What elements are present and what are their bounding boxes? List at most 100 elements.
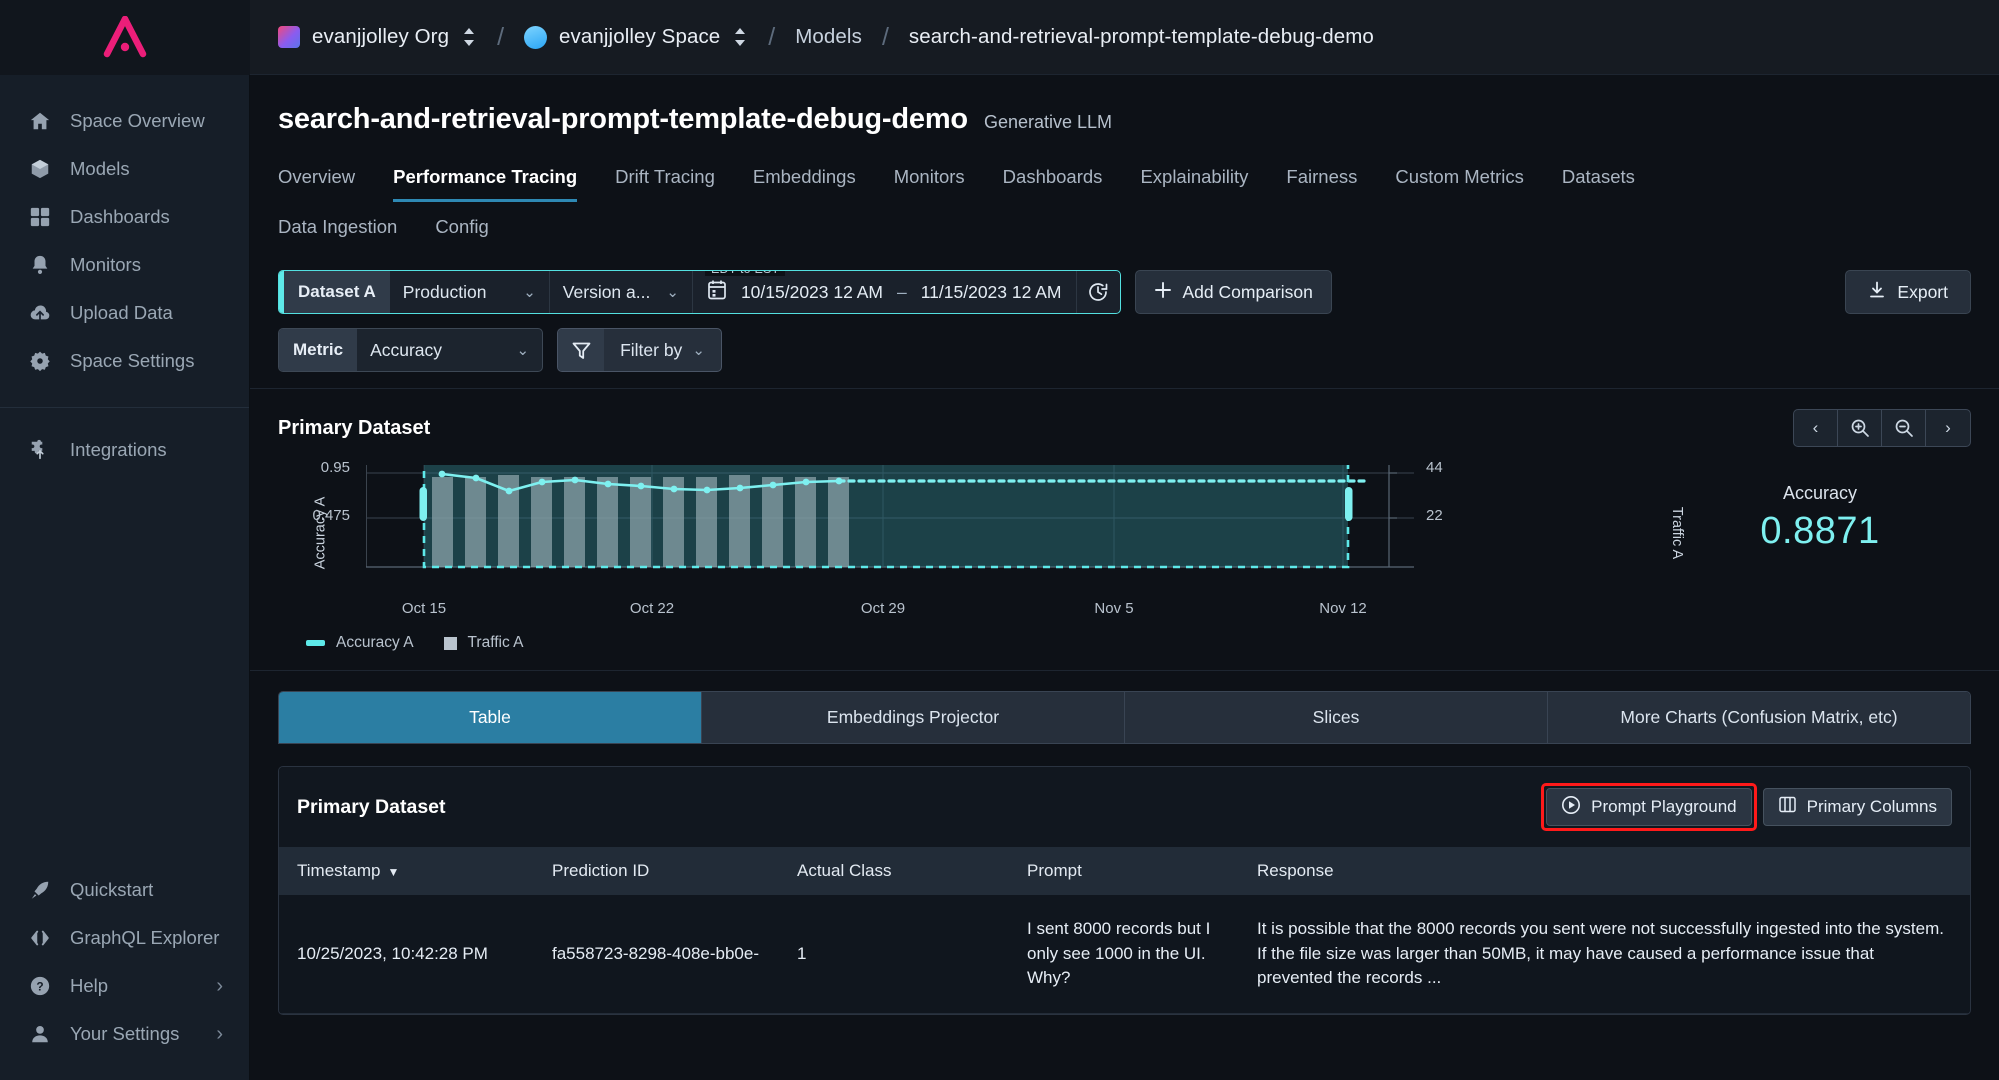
table-head: Timestamp▼ Prediction ID Actual Class Pr… — [279, 847, 1970, 895]
legend-item-accuracy-a[interactable]: Accuracy A — [306, 634, 414, 652]
sidebar-label-space-overview: Space Overview — [70, 110, 205, 132]
environment-select[interactable]: Production ⌄ — [390, 271, 550, 313]
predictions-table: Timestamp▼ Prediction ID Actual Class Pr… — [279, 847, 1970, 1014]
add-comparison-button[interactable]: Add Comparison — [1135, 270, 1332, 314]
tab-custom-metrics[interactable]: Custom Metrics — [1395, 158, 1524, 202]
legend-item-traffic-a[interactable]: Traffic A — [444, 634, 524, 652]
sidebar-item-monitors[interactable]: Monitors — [0, 241, 249, 289]
zoom-out-icon[interactable] — [1882, 410, 1926, 446]
breadcrumb-org[interactable]: evanjjolley Org — [278, 24, 477, 50]
lower-tab-table[interactable]: Table — [279, 692, 702, 743]
column-header-prediction-id[interactable]: Prediction ID — [534, 847, 779, 895]
sidebar-item-space-settings[interactable]: Space Settings — [0, 337, 249, 385]
column-header-response[interactable]: Response — [1239, 847, 1970, 895]
sidebar-item-quickstart[interactable]: Quickstart — [0, 866, 249, 914]
primary-columns-button[interactable]: Primary Columns — [1763, 788, 1952, 826]
plus-icon — [1154, 281, 1172, 304]
tab-drift-tracing[interactable]: Drift Tracing — [615, 158, 715, 202]
chart-y2-axis-label: Traffic A — [1669, 506, 1685, 558]
main-content: search-and-retrieval-prompt-template-deb… — [250, 75, 1999, 1080]
column-header-prompt[interactable]: Prompt — [1009, 847, 1239, 895]
model-tabs-row-2: Data Ingestion Config — [278, 208, 1971, 252]
sidebar-label-models: Models — [70, 158, 130, 180]
sidebar-item-models[interactable]: Models — [0, 145, 249, 193]
tab-config[interactable]: Config — [435, 208, 488, 252]
lower-tab-slices[interactable]: Slices — [1125, 692, 1548, 743]
date-start-value: 10/15/2023 12 AM — [741, 282, 883, 303]
prompt-playground-button[interactable]: Prompt Playground — [1546, 788, 1752, 826]
breadcrumb-model-name: search-and-retrieval-prompt-template-deb… — [909, 25, 1374, 49]
lower-tab-embeddings-projector[interactable]: Embeddings Projector — [702, 692, 1125, 743]
filter-row-1: Dataset A Production ⌄ Version a... ⌄ ED… — [278, 270, 1971, 314]
clock-history-icon[interactable] — [1076, 270, 1120, 314]
sidebar-item-upload-data[interactable]: Upload Data — [0, 289, 249, 337]
chevron-down-icon: ⌄ — [692, 343, 705, 358]
accuracy-kpi-label: Accuracy — [1705, 483, 1935, 504]
column-header-actual-class[interactable]: Actual Class — [779, 847, 1009, 895]
metric-select[interactable]: Accuracy ⌄ — [357, 329, 542, 371]
legend-swatch-line — [306, 640, 325, 646]
chevron-down-icon: ⌄ — [517, 343, 530, 358]
table-card-title: Primary Dataset — [297, 796, 446, 819]
breadcrumb: evanjjolley Org / evanjjolley Space / Mo… — [250, 23, 1374, 52]
sidebar-item-graphql-explorer[interactable]: GraphQL Explorer — [0, 914, 249, 962]
breadcrumb-models-link[interactable]: Models — [795, 25, 862, 49]
table-body: 10/25/2023, 10:42:28 PM fa558723-8298-40… — [279, 895, 1970, 1013]
chart-prev-button[interactable]: ‹ — [1794, 410, 1838, 446]
date-range-separator: – — [897, 282, 907, 303]
app-logo[interactable] — [0, 0, 250, 75]
tab-performance-tracing[interactable]: Performance Tracing — [393, 158, 577, 202]
zoom-in-icon[interactable] — [1838, 410, 1882, 446]
sidebar-label-monitors: Monitors — [70, 254, 141, 276]
chart-title: Primary Dataset — [278, 417, 430, 440]
chart-y2-tick-lower: 22 — [1426, 507, 1443, 524]
org-switcher-icon[interactable] — [461, 24, 477, 50]
tab-data-ingestion[interactable]: Data Ingestion — [278, 208, 397, 252]
filter-by-label-group[interactable]: Filter by ⌄ — [604, 329, 721, 371]
sidebar-item-dashboards[interactable]: Dashboards — [0, 193, 249, 241]
column-header-timestamp[interactable]: Timestamp▼ — [279, 847, 534, 895]
top-bar: evanjjolley Org / evanjjolley Space / Mo… — [0, 0, 1999, 75]
tab-monitors[interactable]: Monitors — [894, 158, 965, 202]
version-select[interactable]: Version a... ⌄ — [550, 271, 693, 313]
breadcrumb-space-label: evanjjolley Space — [559, 25, 720, 49]
export-button[interactable]: Export — [1845, 270, 1971, 314]
chart-next-button[interactable]: › — [1926, 410, 1970, 446]
column-label-timestamp: Timestamp — [297, 861, 380, 880]
model-tabs: Overview Performance Tracing Drift Traci… — [250, 136, 1999, 252]
page-subtitle: Generative LLM — [984, 112, 1112, 133]
question-circle-icon: ? — [28, 974, 52, 998]
tab-overview[interactable]: Overview — [278, 158, 355, 202]
sidebar-item-space-overview[interactable]: Space Overview — [0, 97, 249, 145]
table-row[interactable]: 10/25/2023, 10:42:28 PM fa558723-8298-40… — [279, 895, 1970, 1013]
tab-datasets[interactable]: Datasets — [1562, 158, 1635, 202]
sidebar-item-integrations[interactable]: Integrations — [0, 426, 249, 474]
tab-dashboards[interactable]: Dashboards — [1003, 158, 1103, 202]
date-range-box[interactable]: 10/15/2023 12 AM – 11/15/2023 12 AM — [693, 270, 1076, 314]
page-header: search-and-retrieval-prompt-template-deb… — [250, 75, 1999, 136]
chart-plot-area[interactable]: Accuracy A 0.95 0.475 — [278, 465, 1971, 600]
sidebar-label-graphql-explorer: GraphQL Explorer — [70, 927, 219, 949]
person-icon — [28, 1022, 52, 1046]
tab-embeddings[interactable]: Embeddings — [753, 158, 856, 202]
cell-prediction-id: fa558723-8298-408e-bb0e- — [534, 895, 779, 1013]
filter-row-2: Metric Accuracy ⌄ Filter by ⌄ — [278, 328, 1971, 372]
chart-zoom-controls: ‹ › — [1793, 409, 1971, 447]
tab-fairness[interactable]: Fairness — [1286, 158, 1357, 202]
cloud-upload-icon — [28, 301, 52, 325]
tab-explainability[interactable]: Explainability — [1140, 158, 1248, 202]
gear-icon — [28, 349, 52, 373]
space-switcher-icon[interactable] — [732, 24, 748, 50]
cell-response: It is possible that the 8000 records you… — [1239, 895, 1970, 1013]
table-card-header: Primary Dataset Prompt Playground — [279, 767, 1970, 847]
chart-legend: Accuracy A Traffic A — [306, 634, 1971, 670]
lower-tab-more-charts[interactable]: More Charts (Confusion Matrix, etc) — [1548, 692, 1970, 743]
filter-toolbar: Dataset A Production ⌄ Version a... ⌄ ED… — [250, 252, 1999, 389]
sidebar-item-help[interactable]: ? Help › — [0, 962, 249, 1010]
sidebar-item-your-settings[interactable]: Your Settings › — [0, 1010, 249, 1058]
breadcrumb-space[interactable]: evanjjolley Space — [524, 24, 748, 50]
chart-y-tick-upper: 0.95 — [292, 459, 350, 476]
date-range-picker[interactable]: EDT to EST 10/15/2023 12 AM — [693, 271, 1120, 313]
filter-by-group[interactable]: Filter by ⌄ — [557, 328, 722, 372]
sidebar-spacer — [0, 474, 249, 866]
